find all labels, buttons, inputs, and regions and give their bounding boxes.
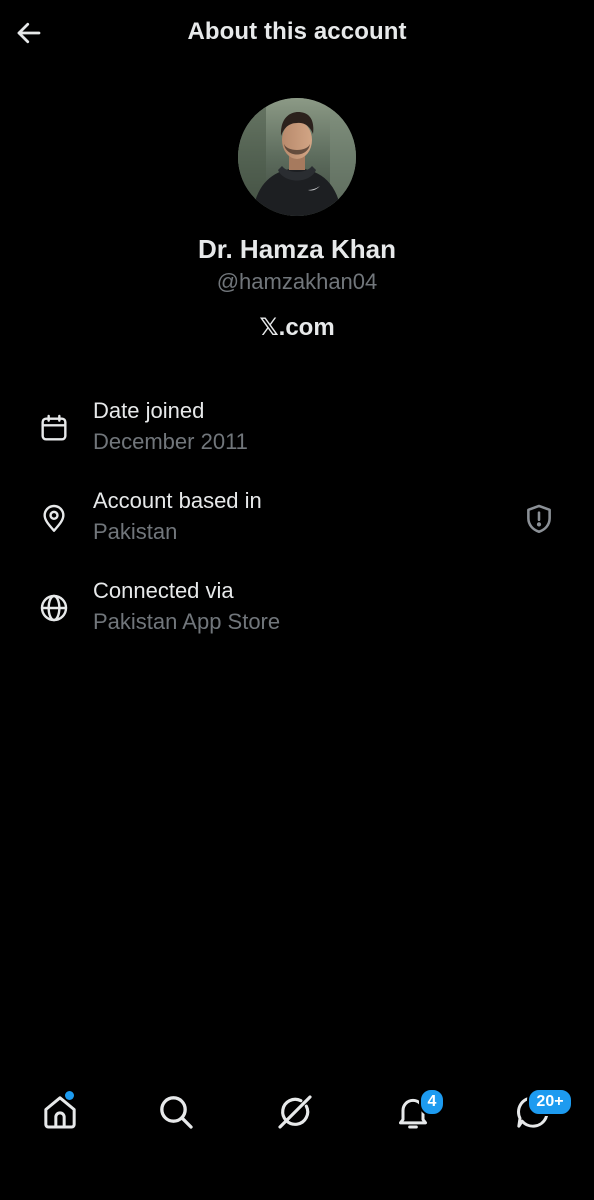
shield-alert-button[interactable] [522,502,556,536]
info-label: Date joined [93,398,205,423]
grok-icon [278,1095,312,1129]
bottom-nav: 4 20+ [0,1074,594,1154]
info-value: December 2011 [93,429,248,454]
info-label: Connected via [93,578,234,603]
info-row-connected-via: Connected via Pakistan App Store [0,578,594,648]
nav-grok[interactable] [275,1092,315,1132]
domain-label: 𝕏.com [259,314,335,341]
page-title: About this account [187,18,407,45]
info-row-date-joined: Date joined December 2011 [0,398,594,468]
search-icon [160,1096,193,1129]
home-icon [44,1096,76,1129]
nav-messages[interactable]: 20+ [513,1088,573,1132]
notifications-badge: 4 [419,1088,445,1116]
handle: @hamzakhan04 [216,269,378,294]
globe-icon [40,594,68,622]
info-value: Pakistan App Store [93,609,281,634]
info-label: Account based in [93,488,262,513]
avatar-photo [238,98,356,216]
info-row-account-based-in: Account based in Pakistan [0,488,594,558]
avatar[interactable] [238,98,356,216]
notification-dot [65,1091,74,1100]
nav-notifications[interactable]: 4 [393,1088,445,1132]
nav-home[interactable] [40,1091,80,1132]
display-name: Dr. Hamza Khan [198,234,396,264]
nav-search[interactable] [156,1092,196,1132]
location-pin-icon [43,504,65,532]
info-value: Pakistan [93,519,178,544]
shield-alert-icon [527,504,551,534]
header: About this account [0,0,594,66]
messages-badge: 20+ [527,1088,573,1116]
calendar-icon [41,414,67,441]
